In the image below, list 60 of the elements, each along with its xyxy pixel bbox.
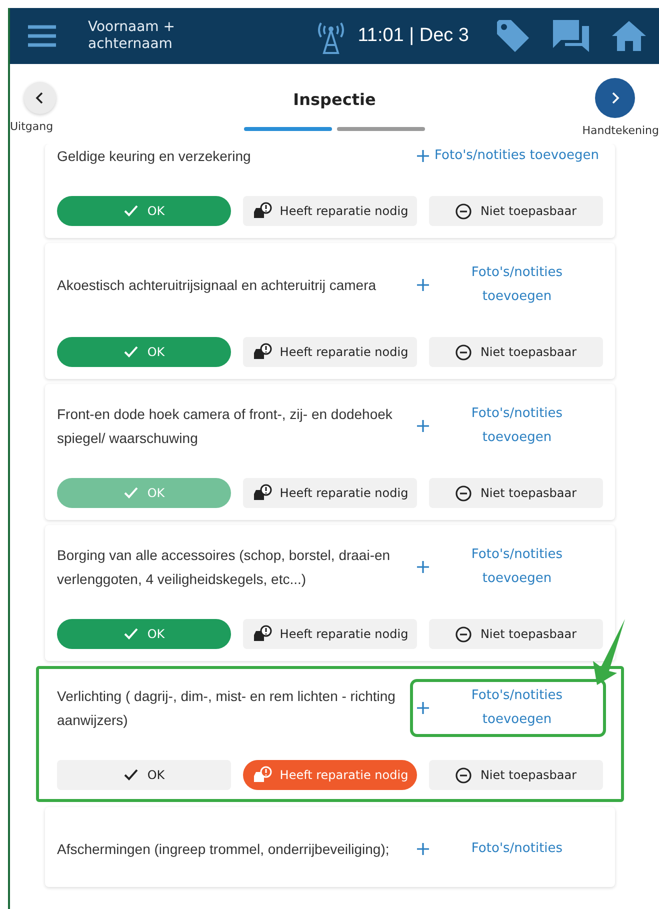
car-warning-icon: [252, 343, 272, 361]
menu-icon[interactable]: [28, 25, 56, 47]
plus-icon: [417, 420, 429, 432]
item-title: Geldige keuring en verzekering: [57, 147, 252, 166]
item-title: Verlichting ( dagrij-, dim-, mist- en rem lichten - richting aanwijzers): [57, 687, 396, 730]
item-title: Borging van alle accessoires (schop, borstel, draai-en verlenggoten, 4 veiligheidskegels, etc...): [57, 546, 392, 589]
check-icon: [123, 345, 140, 359]
repair-status-button[interactable]: Heeft reparatie nodig: [243, 760, 417, 790]
check-icon: [123, 768, 140, 782]
ok-status-button[interactable]: OK: [57, 760, 231, 790]
home-icon[interactable]: [611, 20, 647, 52]
add-photos-notes-button[interactable]: Foto's/notities: [413, 835, 603, 863]
na-status-button[interactable]: Niet toepasbaar: [429, 478, 603, 508]
add-photos-notes-button[interactable]: Foto's/notities toevoegen: [413, 682, 603, 734]
back-button[interactable]: [24, 82, 56, 114]
car-warning-icon: [252, 484, 272, 502]
check-icon: [123, 627, 140, 641]
plus-icon: [417, 561, 429, 573]
back-label: Uitgang: [10, 120, 54, 133]
minus-circle-icon: [455, 344, 472, 360]
minus-circle-icon: [455, 626, 472, 642]
add-photos-notes-button[interactable]: Foto's/notities toevoegen: [412, 144, 603, 168]
clock-date: 11:01 | Dec 3: [358, 25, 469, 47]
add-photos-notes-button[interactable]: Foto's/notities toevoegen: [413, 259, 603, 311]
repair-status-button[interactable]: Heeft reparatie nodig: [243, 619, 417, 649]
check-icon: [123, 204, 140, 218]
next-label: Handtekening: [582, 124, 659, 137]
page-title: Inspectie: [293, 90, 376, 109]
tag-icon[interactable]: [495, 18, 531, 54]
ok-status-button[interactable]: OK: [57, 337, 231, 367]
chevron-right-icon: [610, 92, 620, 104]
ok-status-button[interactable]: OK: [57, 619, 231, 649]
minus-circle-icon: [455, 202, 472, 220]
check-icon: [123, 486, 140, 500]
plus-icon: [417, 702, 429, 714]
plus-icon: [417, 843, 429, 855]
chat-icon[interactable]: [551, 18, 591, 54]
add-photos-notes-button[interactable]: Foto's/notities toevoegen: [413, 400, 603, 452]
repair-status-button[interactable]: Heeft reparatie nodig: [243, 478, 417, 508]
na-status-button[interactable]: Niet toepasbaar: [429, 337, 603, 367]
na-status-button[interactable]: Niet toepasbaar: [429, 619, 603, 649]
user-name: Voornaam + achternaam: [88, 19, 176, 53]
item-title: Akoestisch achteruitrijsignaal en achteruitrij camera: [57, 276, 378, 295]
na-status-button[interactable]: Niet toepasbaar: [429, 196, 603, 226]
repair-status-button[interactable]: Heeft reparatie nodig: [243, 337, 417, 367]
plus-icon: [417, 279, 429, 291]
add-photos-notes-button[interactable]: Foto's/notities toevoegen: [413, 541, 603, 593]
item-title: Afschermingen (ingreep trommel, onderrijbeveiliging);: [57, 840, 390, 859]
minus-circle-icon: [455, 484, 472, 502]
next-button[interactable]: [595, 78, 635, 118]
car-warning-icon: [252, 766, 272, 784]
car-warning-icon: [252, 625, 272, 643]
minus-circle-icon: [455, 766, 472, 784]
chevron-left-icon: [35, 92, 45, 104]
repair-status-button[interactable]: Heeft reparatie nodig: [243, 196, 417, 226]
car-warning-icon: [252, 202, 272, 220]
na-status-button[interactable]: Niet toepasbaar: [429, 760, 603, 790]
plus-icon: [416, 150, 429, 162]
item-title: Front-en dode hoek camera of front-, zij- en dodehoek spiegel/ waarschuwing: [57, 405, 394, 448]
ok-status-button[interactable]: OK: [57, 196, 231, 226]
